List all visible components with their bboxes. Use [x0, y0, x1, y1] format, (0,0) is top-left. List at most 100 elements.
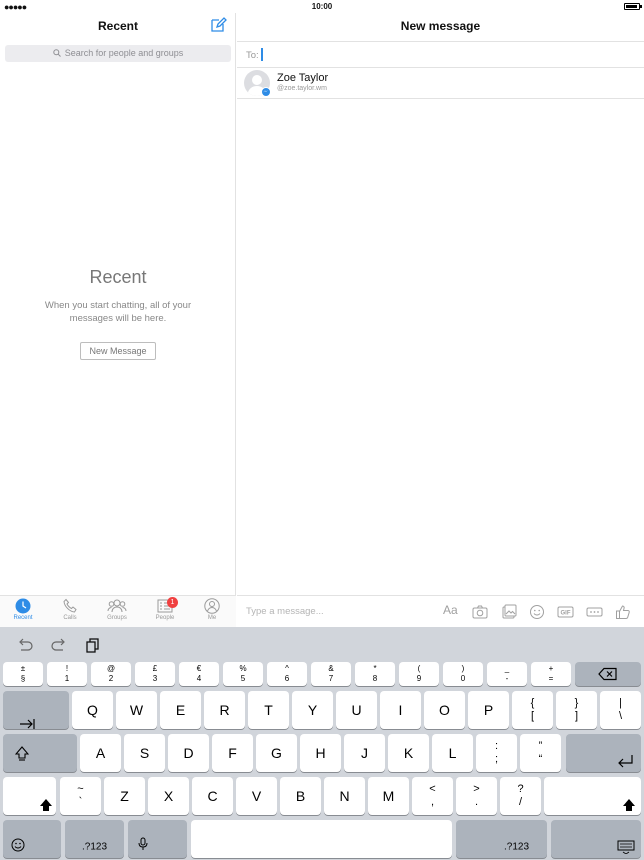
key-number[interactable]: £3: [135, 662, 175, 686]
shift-key-right[interactable]: [544, 777, 641, 815]
key-symbol[interactable]: ~ `: [60, 777, 101, 815]
key-letter[interactable]: F: [212, 734, 253, 772]
tab-me[interactable]: Me: [192, 598, 232, 626]
tab-key[interactable]: [3, 691, 69, 729]
space-key[interactable]: [191, 820, 452, 858]
search-input[interactable]: Search for people and groups: [5, 45, 231, 62]
dictation-key[interactable]: [128, 820, 187, 858]
key-symbol[interactable]: <,: [412, 777, 453, 815]
caps-lock-key[interactable]: [3, 734, 77, 772]
key-letter[interactable]: S: [124, 734, 165, 772]
text-cursor: [261, 48, 263, 61]
key-letter[interactable]: K: [388, 734, 429, 772]
status-bar: ●●●●● 10:00: [0, 0, 644, 13]
shift-key-left[interactable]: [3, 777, 56, 815]
key-number[interactable]: * 8: [355, 662, 395, 686]
key-number[interactable]: (9: [399, 662, 439, 686]
emoji-icon[interactable]: [529, 604, 545, 620]
key-letter[interactable]: V: [236, 777, 277, 815]
key-number[interactable]: % 5: [223, 662, 263, 686]
key-label: J: [361, 745, 368, 761]
key-label: N: [339, 788, 350, 804]
key-symbol[interactable]: >.: [456, 777, 497, 815]
text-format-button[interactable]: Aa: [443, 603, 458, 617]
emoji-key[interactable]: [3, 820, 61, 858]
photo-icon[interactable]: [501, 604, 517, 620]
new-message-button[interactable]: New Message: [80, 342, 156, 360]
key-letter[interactable]: A: [80, 734, 121, 772]
key-number[interactable]: ! 1: [47, 662, 87, 686]
key-number[interactable]: ^ 6: [267, 662, 307, 686]
key-symbol[interactable]: {[: [512, 691, 553, 729]
key-number[interactable]: @2: [91, 662, 131, 686]
key-letter[interactable]: C: [192, 777, 233, 815]
key-letter[interactable]: W: [116, 691, 157, 729]
key-letter[interactable]: O: [424, 691, 465, 729]
undo-icon[interactable]: [16, 637, 34, 653]
key-label: I: [398, 702, 403, 718]
key-label-bottom: 0: [460, 674, 466, 683]
key-symbol[interactable]: :;: [476, 734, 517, 772]
key-number[interactable]: ) 0: [443, 662, 483, 686]
more-options-icon[interactable]: [586, 604, 603, 620]
numbers-key-left[interactable]: .?123: [65, 820, 124, 858]
key-letter[interactable]: Q: [72, 691, 113, 729]
key-number[interactable]: + =: [531, 662, 571, 686]
return-key[interactable]: [566, 734, 641, 772]
key-number[interactable]: _ -: [487, 662, 527, 686]
key-letter[interactable]: Z: [104, 777, 145, 815]
key-letter[interactable]: M: [368, 777, 409, 815]
key-letter[interactable]: E: [160, 691, 201, 729]
tab-calls[interactable]: Calls: [50, 598, 90, 626]
key-letter[interactable]: J: [344, 734, 385, 772]
message-input[interactable]: Type a message...: [246, 606, 324, 617]
key-symbol[interactable]: ? /: [500, 777, 541, 815]
key-symbol[interactable]: }]: [556, 691, 597, 729]
contact-suggestion[interactable]: Zoe Taylor @zoe.taylor.wm: [237, 68, 644, 99]
recipient-input[interactable]: [261, 48, 631, 62]
key-letter[interactable]: H: [300, 734, 341, 772]
shift-icon: [40, 799, 52, 811]
empty-state-text: When you start chatting, all of your mes…: [44, 300, 192, 324]
key-label: {[: [530, 697, 535, 722]
key-letter[interactable]: L: [432, 734, 473, 772]
key-label: Q: [87, 702, 98, 718]
key-letter[interactable]: Y: [292, 691, 333, 729]
tab-people[interactable]: 1 People: [145, 597, 185, 626]
gif-icon[interactable]: GIF: [557, 604, 574, 620]
key-letter[interactable]: G: [256, 734, 297, 772]
key-label: <,: [429, 783, 436, 808]
to-label: To:: [246, 50, 259, 61]
key-number[interactable]: & 7: [311, 662, 351, 686]
compose-icon[interactable]: [209, 16, 227, 34]
key-number[interactable]: ± §: [3, 662, 43, 686]
camera-icon[interactable]: [472, 604, 488, 620]
redo-icon[interactable]: [50, 637, 68, 653]
contact-handle: @zoe.taylor.wm: [277, 85, 327, 92]
key-letter[interactable]: R: [204, 691, 245, 729]
key-symbol[interactable]: | \: [600, 691, 641, 729]
key-letter[interactable]: P: [468, 691, 509, 729]
key-label: L: [448, 745, 457, 761]
like-icon[interactable]: [615, 604, 631, 620]
key-label-top: *: [373, 664, 377, 673]
key-label: P: [483, 702, 494, 718]
key-letter[interactable]: N: [324, 777, 365, 815]
key-symbol[interactable]: ” “: [520, 734, 561, 772]
key-number[interactable]: €4: [179, 662, 219, 686]
key-letter[interactable]: D: [168, 734, 209, 772]
delete-key[interactable]: [575, 662, 641, 686]
key-label: W: [129, 702, 144, 718]
numbers-key-right[interactable]: .?123: [456, 820, 547, 858]
paste-icon[interactable]: [84, 637, 102, 653]
key-label: U: [351, 702, 362, 718]
key-label: Z: [120, 788, 129, 804]
key-letter[interactable]: T: [248, 691, 289, 729]
key-letter[interactable]: I: [380, 691, 421, 729]
tab-groups[interactable]: Groups: [97, 598, 137, 626]
hide-keyboard-key[interactable]: [551, 820, 641, 858]
key-letter[interactable]: X: [148, 777, 189, 815]
key-letter[interactable]: U: [336, 691, 377, 729]
key-letter[interactable]: B: [280, 777, 321, 815]
tab-recent[interactable]: Recent: [3, 598, 43, 626]
